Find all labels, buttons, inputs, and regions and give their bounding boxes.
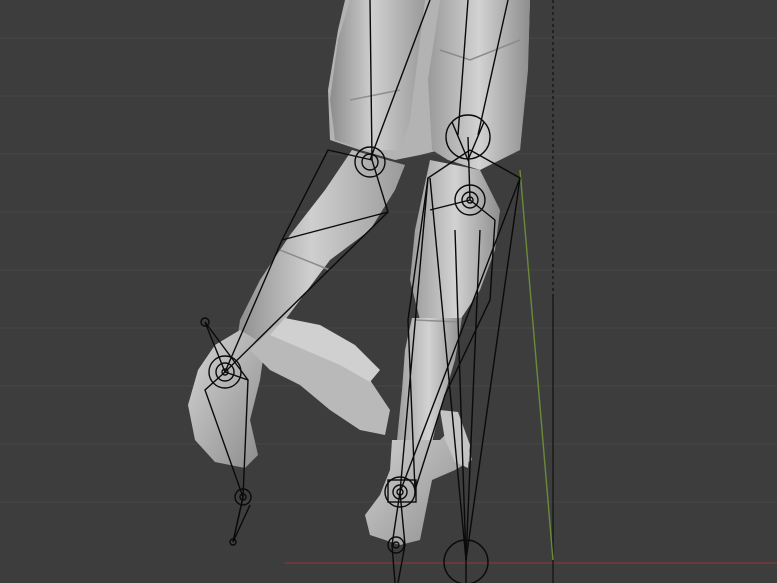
- mesh-shorts-right: [428, 0, 530, 170]
- viewport-canvas[interactable]: [0, 0, 777, 583]
- 3d-viewport[interactable]: [0, 0, 777, 583]
